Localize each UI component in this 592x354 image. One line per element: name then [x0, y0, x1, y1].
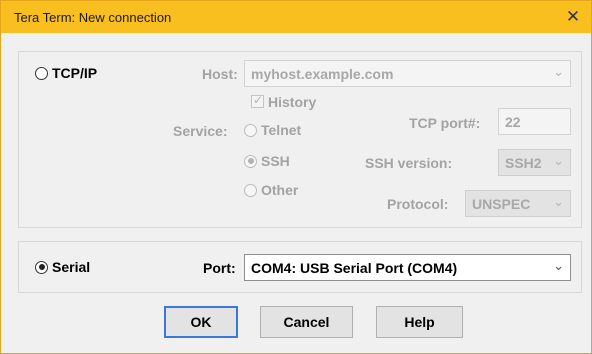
serial-radio[interactable]: Serial — [35, 259, 90, 275]
history-check-icon[interactable] — [251, 93, 264, 108]
help-button[interactable]: Help — [376, 306, 463, 338]
host-value: myhost.example.com — [251, 66, 394, 82]
tcp-port-input[interactable]: 22 — [498, 108, 571, 135]
protocol-label: Protocol: — [387, 196, 449, 212]
port-value: COM4: USB Serial Port (COM4) — [251, 260, 458, 276]
new-connection-dialog: Tera Term: New connection ✕ TCP/IP Host:… — [0, 0, 592, 354]
window-title: Tera Term: New connection — [14, 10, 172, 25]
service-option-label: Telnet — [261, 122, 302, 138]
chevron-down-icon[interactable]: ⌄ — [553, 258, 564, 274]
service-option-other[interactable]: Other — [244, 182, 298, 198]
serial-radio-label: Serial — [52, 259, 91, 275]
protocol-select[interactable]: UNSPEC ⌄ — [465, 190, 571, 217]
protocol-value: UNSPEC — [472, 196, 531, 212]
tcpip-radio-label: TCP/IP — [52, 65, 98, 81]
title-bar: Tera Term: New connection ✕ — [1, 1, 591, 33]
history-checkbox[interactable]: History — [251, 93, 317, 110]
port-label: Port: — [203, 260, 236, 276]
tcp-port-label: TCP port#: — [409, 115, 481, 131]
ssh-version-value: SSH2 — [505, 155, 542, 171]
host-label: Host: — [202, 66, 238, 82]
tcpip-radio[interactable]: TCP/IP — [35, 65, 97, 81]
tcpip-radio-button[interactable] — [35, 66, 48, 80]
service-label: Service: — [173, 123, 228, 139]
history-label: History — [268, 94, 317, 110]
chevron-down-icon[interactable]: ⌄ — [553, 153, 564, 169]
close-icon[interactable]: ✕ — [559, 3, 587, 31]
service-option-telnet[interactable]: Telnet — [244, 122, 301, 138]
service-option-ssh[interactable]: SSH — [244, 153, 290, 169]
ssh-radio-button[interactable] — [244, 154, 257, 168]
chevron-down-icon[interactable]: ⌄ — [553, 194, 564, 210]
telnet-radio-button[interactable] — [244, 123, 257, 137]
cancel-button[interactable]: Cancel — [260, 306, 353, 338]
service-option-label: SSH — [261, 153, 290, 169]
ssh-version-select[interactable]: SSH2 ⌄ — [498, 149, 571, 176]
ssh-version-label: SSH version: — [365, 155, 453, 171]
host-combobox[interactable]: myhost.example.com ⌄ — [244, 60, 571, 87]
serial-radio-button[interactable] — [35, 260, 48, 274]
ok-button[interactable]: OK — [164, 306, 238, 338]
chevron-down-icon[interactable]: ⌄ — [553, 64, 564, 80]
service-option-label: Other — [261, 182, 299, 198]
tcp-port-value: 22 — [505, 114, 521, 130]
other-radio-button[interactable] — [244, 183, 257, 197]
port-select[interactable]: COM4: USB Serial Port (COM4) ⌄ — [244, 254, 571, 281]
